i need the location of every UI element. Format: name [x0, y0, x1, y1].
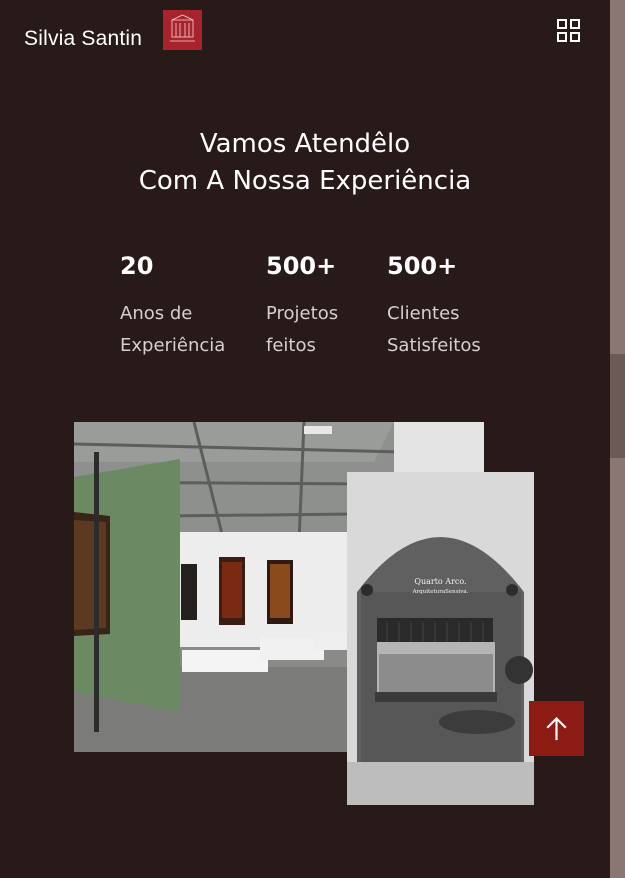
- stat-projects: 500+ Projetos feitos: [266, 252, 338, 362]
- bedroom-render: Quarto Arco. ArquiteturaSensiva.: [347, 472, 534, 805]
- stat-label-line: Satisfeitos: [387, 335, 481, 356]
- stat-label-line: Projetos: [266, 303, 339, 324]
- stat-clients: 500+ Clientes Satisfeitos: [387, 252, 481, 362]
- bedroom-caption: Quarto Arco. ArquiteturaSensiva.: [347, 577, 534, 595]
- stat-label-line: Anos de: [120, 303, 193, 324]
- grid-menu-icon[interactable]: [557, 19, 580, 42]
- stat-label-line: feitos: [266, 335, 316, 356]
- stat-label: Anos de Experiência: [120, 298, 225, 362]
- hero-line-2: Com A Nossa Experiência: [138, 166, 472, 196]
- bedroom-caption-sub: ArquiteturaSensiva.: [412, 589, 469, 595]
- hero-headline: Vamos Atendêlo Com A Nossa Experiência: [0, 126, 610, 200]
- arrow-up-icon: [546, 716, 567, 741]
- bedroom-caption-title: Quarto Arco.: [414, 577, 467, 586]
- stat-label-line: Clientes: [387, 303, 460, 324]
- back-to-top-button[interactable]: [529, 701, 584, 756]
- brand-name[interactable]: Silvia Santin: [24, 27, 142, 51]
- hero-line-1: Vamos Atendêlo: [199, 129, 411, 159]
- stat-label: Clientes Satisfeitos: [387, 298, 481, 362]
- stat-number: 500+: [266, 252, 337, 280]
- stat-number: 20: [120, 252, 154, 280]
- stat-label: Projetos feitos: [266, 298, 338, 362]
- stat-number: 500+: [387, 252, 458, 280]
- stat-years: 20 Anos de Experiência: [120, 252, 225, 362]
- stat-label-line: Experiência: [120, 335, 226, 356]
- scrollbar-thumb[interactable]: [610, 354, 625, 458]
- building-logo-icon[interactable]: [163, 10, 202, 50]
